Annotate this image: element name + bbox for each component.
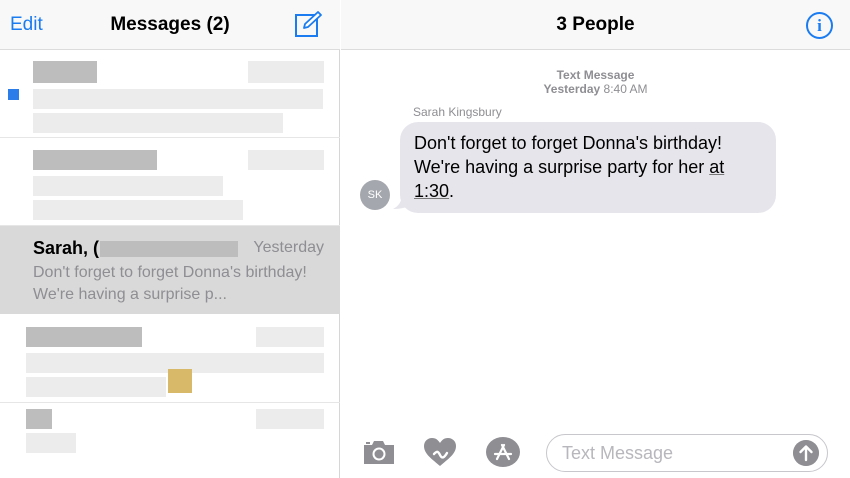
conversation-preview: Don't forget to forget Donna's birthday!… [33, 264, 307, 303]
redacted-time [256, 409, 324, 429]
digital-touch-icon[interactable] [422, 436, 458, 468]
avatar[interactable]: SK [360, 180, 390, 210]
redacted-emoji [168, 369, 192, 393]
conversation-row-selected[interactable]: Sarah, ( Yesterday Don't forget to forge… [0, 226, 340, 314]
message-timestamp: Yesterday 8:40 AM [341, 82, 850, 96]
conversation-header: 3 People i [341, 0, 850, 50]
conversation-time: Yesterday [253, 239, 324, 256]
conversation-list-pane: Edit Messages (2) Sarah, ( Yesterday Don… [0, 0, 340, 478]
redacted-participants [100, 241, 238, 257]
conversation-list-lower [0, 315, 340, 478]
redacted-name [33, 61, 97, 83]
redacted-preview [26, 377, 166, 397]
redacted-name [26, 409, 52, 429]
messages-title: Messages (2) [0, 14, 340, 36]
redacted-time [248, 61, 324, 83]
compose-icon[interactable] [294, 10, 322, 38]
sender-name: Sarah Kingsbury [413, 105, 502, 119]
list-item[interactable] [0, 138, 340, 226]
message-day: Yesterday [543, 82, 601, 96]
conversation-pane: 3 People i Text Message Yesterday 8:40 A… [341, 0, 850, 478]
message-time: 8:40 AM [603, 82, 648, 96]
redacted-preview [33, 89, 323, 109]
redacted-preview [33, 200, 243, 220]
messages-title-text: Messages (2) [110, 14, 230, 35]
info-icon[interactable]: i [806, 12, 833, 39]
conversation-title: 3 People [556, 14, 635, 35]
input-bar [341, 430, 850, 478]
redacted-preview [33, 176, 223, 196]
message-text: Don't forget to forget Donna's birthday!… [414, 133, 723, 177]
redacted-preview [33, 113, 283, 133]
unread-indicator [8, 89, 19, 100]
messages-header: Edit Messages (2) [0, 0, 340, 50]
redacted-name [26, 327, 142, 347]
redacted-preview [26, 433, 76, 453]
redacted-name [33, 150, 157, 170]
send-arrow-icon[interactable] [793, 440, 819, 466]
message-text-end: . [449, 181, 455, 201]
message-bubble[interactable]: Don't forget to forget Donna's birthday!… [400, 122, 776, 213]
message-service-label: Text Message [556, 68, 635, 82]
camera-icon[interactable] [361, 436, 397, 468]
redacted-time [256, 327, 324, 347]
list-item[interactable] [0, 51, 340, 138]
conversation-list [0, 51, 340, 226]
app-store-icon[interactable] [485, 436, 521, 468]
message-input[interactable] [546, 434, 828, 472]
redacted-time [248, 150, 324, 170]
list-item[interactable] [0, 315, 340, 403]
conversation-name: Sarah, ( [33, 238, 100, 258]
list-item[interactable] [0, 403, 340, 478]
